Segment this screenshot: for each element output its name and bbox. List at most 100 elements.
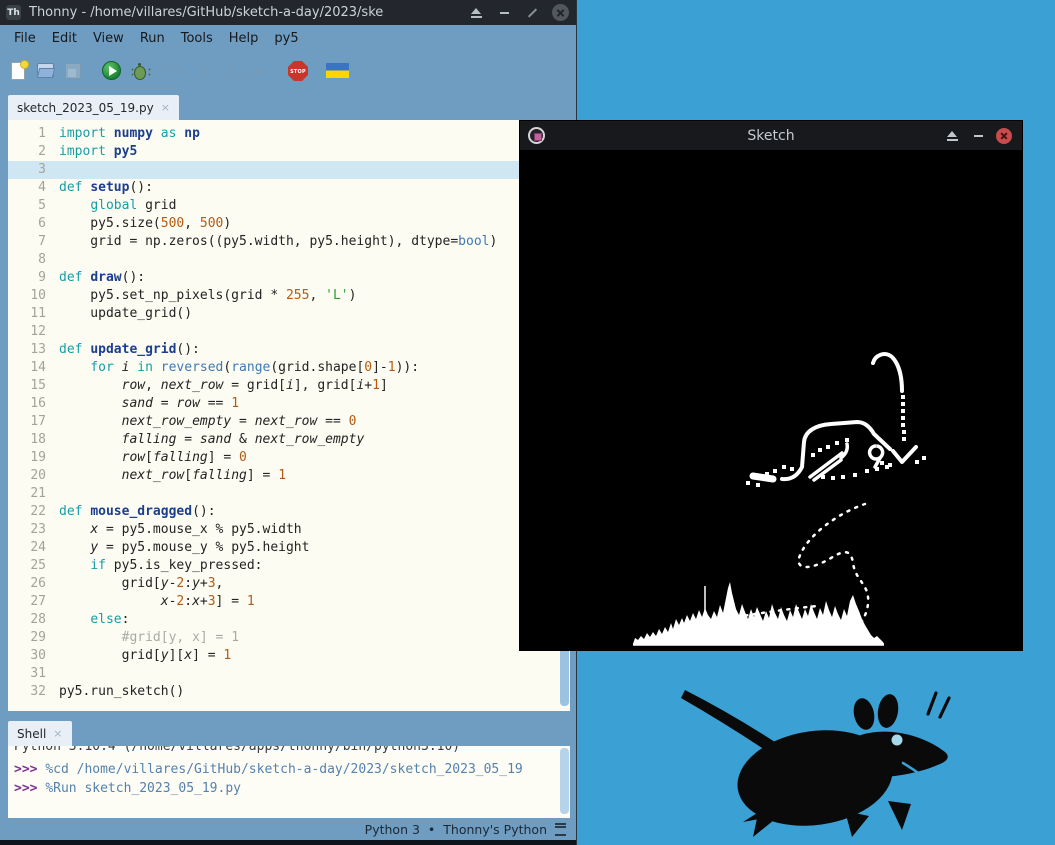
code-line[interactable]: 24 y = py5.mouse_y % py5.height [8,539,570,557]
code-line[interactable]: 32py5.run_sketch() [8,683,570,701]
sand-dot [853,473,857,477]
menu-view[interactable]: View [85,28,132,49]
statusbar-separator: • [428,822,435,837]
step-over-icon [167,60,189,82]
minimize-window-icon[interactable] [494,3,514,23]
step-out-icon [221,60,243,82]
py5-app-icon [528,127,545,144]
sand-dot [902,437,906,441]
sand-dot [865,469,869,473]
shell-panel[interactable]: Python 3.10.4 (/home/villares/apps/thonn… [8,746,570,818]
thonny-titlebar[interactable]: Th Thonny - /home/villares/GitHub/sketch… [0,0,576,25]
code-text: def draw(): [59,269,145,287]
menu-help[interactable]: Help [221,28,267,49]
code-line[interactable]: 31 [8,665,570,683]
mouse-silhouette-wallpaper [640,668,970,840]
backend-menu-icon[interactable] [555,823,566,836]
desktop[interactable]: Th Thonny - /home/villares/GitHub/sketch… [0,0,1055,845]
line-number: 5 [8,197,59,215]
menu-edit[interactable]: Edit [44,28,85,49]
menu-run[interactable]: Run [132,28,173,49]
line-number: 12 [8,323,59,341]
code-line[interactable]: 7 grid = np.zeros((py5.width, py5.height… [8,233,570,251]
code-text: import numpy as np [59,125,200,143]
code-line[interactable]: 14 for i in reversed(range(grid.shape[0]… [8,359,570,377]
sand-dot [922,456,926,460]
shell-tab[interactable]: Shell × [8,721,72,746]
line-number: 29 [8,629,59,647]
code-line[interactable]: 18 falling = sand & next_row_empty [8,431,570,449]
code-text: #grid[y, x] = 1 [59,629,239,647]
code-line[interactable]: 26 grid[y-2:y+3, [8,575,570,593]
shade-window-icon[interactable] [466,3,486,23]
code-line[interactable]: 27 x-2:x+3] = 1 [8,593,570,611]
sketch-minimize-icon[interactable] [968,126,988,146]
ukraine-flag-icon[interactable] [326,60,350,82]
menu-file[interactable]: File [6,28,44,49]
code-line[interactable]: 19 row[falling] = 0 [8,449,570,467]
code-line[interactable]: 5 global grid [8,197,570,215]
restore-window-icon[interactable] [522,3,542,23]
code-line[interactable]: 20 next_row[falling] = 1 [8,467,570,485]
code-line[interactable]: 13def update_grid(): [8,341,570,359]
sketch-close-icon[interactable] [996,128,1012,144]
code-text: py5.size(500, 500) [59,215,231,233]
line-number: 27 [8,593,59,611]
code-line[interactable]: 17 next_row_empty = next_row == 0 [8,413,570,431]
code-line[interactable]: 12 [8,323,570,341]
code-line[interactable]: 21 [8,485,570,503]
new-file-icon[interactable] [8,60,30,82]
code-line[interactable]: 29 #grid[y, x] = 1 [8,629,570,647]
sketch-canvas[interactable] [520,150,1022,650]
sketch-shade-icon[interactable] [942,126,962,146]
code-line[interactable]: 1import numpy as np [8,125,570,143]
shell-output-line[interactable]: Python 3.10.4 (/home/villares/apps/thonn… [14,746,570,756]
code-line[interactable]: 2import py5 [8,143,570,161]
menu-tools[interactable]: Tools [173,28,221,49]
line-number: 25 [8,557,59,575]
open-file-icon[interactable] [35,60,57,82]
debug-script-icon[interactable] [128,60,150,82]
code-line[interactable]: 30 grid[y][x] = 1 [8,647,570,665]
code-line[interactable]: 25 if py5.is_key_pressed: [8,557,570,575]
code-line[interactable]: 10 py5.set_np_pixels(grid * 255, 'L') [8,287,570,305]
code-text: grid = np.zeros((py5.width, py5.height),… [59,233,497,251]
code-text: y = py5.mouse_y % py5.height [59,539,309,557]
sand-dot [821,475,825,479]
shell-tab-close-icon[interactable]: × [53,727,62,740]
shell-tabrow: Shell × [0,711,576,746]
code-line[interactable]: 9def draw(): [8,269,570,287]
sand-dot [765,472,769,476]
code-line[interactable]: 22def mouse_dragged(): [8,503,570,521]
statusbar-backend[interactable]: Thonny's Python [443,822,547,837]
line-number: 14 [8,359,59,377]
line-number: 4 [8,179,59,197]
code-line[interactable]: 28 else: [8,611,570,629]
tab-close-icon[interactable]: × [161,101,170,114]
editor-tabrow: sketch_2023_05_19.py × [0,90,576,120]
close-window-icon[interactable] [552,4,569,21]
code-line[interactable]: 4def setup(): [8,179,570,197]
code-line[interactable]: 3 [8,161,570,179]
editor-tab[interactable]: sketch_2023_05_19.py × [8,95,179,120]
code-line[interactable]: 6 py5.size(500, 500) [8,215,570,233]
shell-command-line[interactable]: >>> %cd /home/villares/GitHub/sketch-a-d… [14,760,570,779]
code-line[interactable]: 15 row, next_row = grid[i], grid[i+1] [8,377,570,395]
code-line[interactable]: 16 sand = row == 1 [8,395,570,413]
code-line[interactable]: 23 x = py5.mouse_x % py5.width [8,521,570,539]
step-into-icon [194,60,216,82]
code-text: def mouse_dragged(): [59,503,216,521]
shell-scrollbar[interactable] [560,748,569,814]
stop-reset-icon[interactable] [287,60,309,82]
sketch-titlebar[interactable]: Sketch [520,121,1022,150]
line-number: 24 [8,539,59,557]
code-text: if py5.is_key_pressed: [59,557,263,575]
mouse-whisker-2 [940,698,949,717]
code-editor[interactable]: 1import numpy as np2import py534def setu… [8,120,570,711]
shell-command-line[interactable]: >>> %Run sketch_2023_05_19.py [14,779,570,798]
line-number: 6 [8,215,59,233]
code-line[interactable]: 11 update_grid() [8,305,570,323]
menu-py5[interactable]: py5 [266,28,306,49]
run-script-icon[interactable] [101,60,123,82]
code-line[interactable]: 8 [8,251,570,269]
